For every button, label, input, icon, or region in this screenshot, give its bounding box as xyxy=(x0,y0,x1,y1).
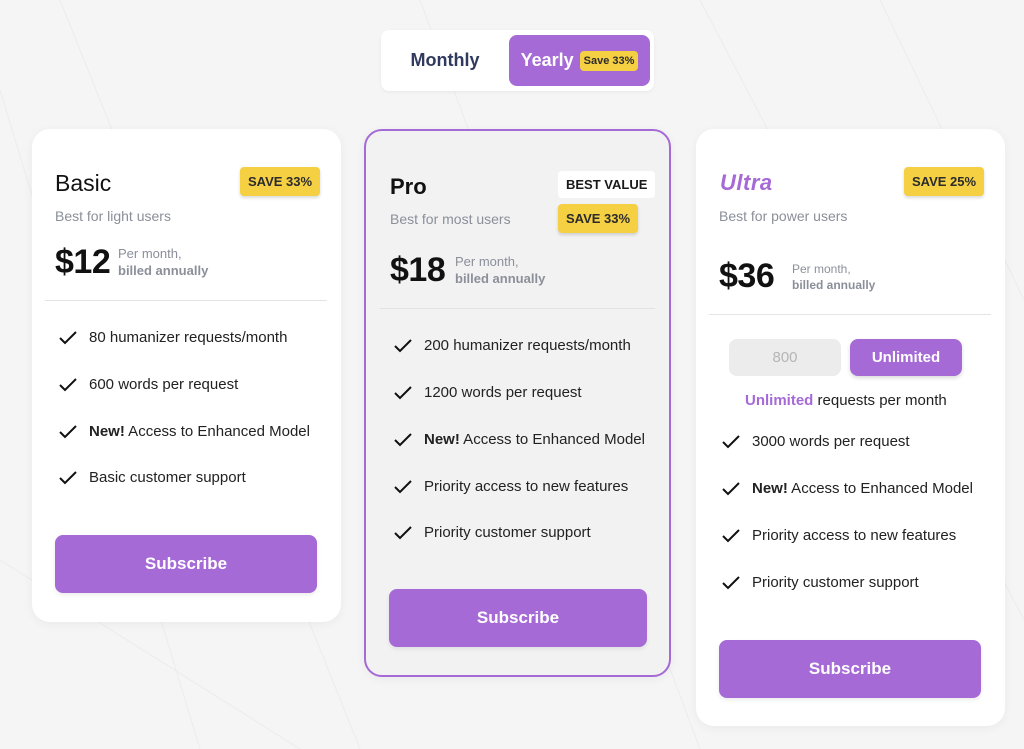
feature-text: Priority customer support xyxy=(424,524,591,541)
price-note-period: Per month, xyxy=(792,262,851,276)
divider xyxy=(45,300,327,301)
feature-text: 1200 words per request xyxy=(424,384,582,401)
price-note-billing: billed annually xyxy=(455,271,546,286)
plan-name: Basic xyxy=(55,170,112,196)
check-icon xyxy=(59,470,77,484)
billing-period-toggle: Monthly Yearly Save 33% xyxy=(381,30,654,91)
check-icon xyxy=(59,424,77,438)
requests-summary-accent: Unlimited xyxy=(745,392,814,409)
feature-text: New! Access to Enhanced Model xyxy=(752,480,973,497)
divider xyxy=(380,308,655,309)
requests-option-unlimited[interactable]: Unlimited xyxy=(850,339,962,376)
check-icon xyxy=(394,479,412,493)
feature-item: Priority access to new features xyxy=(722,527,956,544)
check-icon xyxy=(722,528,740,542)
feature-item: New! Access to Enhanced Model xyxy=(722,480,973,497)
plan-price: $12 xyxy=(55,243,111,281)
feature-item: 200 humanizer requests/month xyxy=(394,337,631,354)
feature-item: Priority access to new features xyxy=(394,478,628,495)
plan-name: Pro xyxy=(390,174,427,199)
feature-text: New! Access to Enhanced Model xyxy=(89,423,310,440)
save-badge: SAVE 33% xyxy=(558,204,639,233)
feature-text: Basic customer support xyxy=(89,469,246,486)
feature-text: 3000 words per request xyxy=(752,433,910,450)
feature-text: 600 words per request xyxy=(89,376,239,393)
check-icon xyxy=(722,481,740,495)
price-note-billing: billed annually xyxy=(118,263,209,278)
yearly-save-badge: Save 33% xyxy=(579,50,639,71)
check-icon xyxy=(59,377,77,391)
yearly-option[interactable]: Yearly Save 33% xyxy=(509,35,650,86)
save-badge: SAVE 33% xyxy=(240,167,321,196)
price-note: Per month, billed annually xyxy=(792,261,875,293)
price-note-billing: billed annually xyxy=(792,278,876,292)
best-value-badge: BEST VALUE xyxy=(558,171,656,198)
plan-subtitle: Best for power users xyxy=(719,208,848,224)
plan-card-ultra: Ultra SAVE 25% Best for power users $36 … xyxy=(696,129,1005,726)
price-note-period: Per month, xyxy=(455,254,519,269)
feature-item: 80 humanizer requests/month xyxy=(59,329,287,346)
feature-text: Priority access to new features xyxy=(424,478,629,495)
check-icon xyxy=(394,525,412,539)
feature-text: Priority customer support xyxy=(752,574,919,591)
feature-item: Priority customer support xyxy=(722,574,919,591)
feature-item: 1200 words per request xyxy=(394,384,582,401)
check-icon xyxy=(722,434,740,448)
feature-item: 3000 words per request xyxy=(722,433,910,450)
divider xyxy=(709,314,991,315)
subscribe-button-basic[interactable]: Subscribe xyxy=(55,535,317,593)
price-note-period: Per month, xyxy=(118,246,182,261)
plan-card-pro: Pro BEST VALUE SAVE 33% Best for most us… xyxy=(364,129,671,677)
check-icon xyxy=(394,385,412,399)
feature-item: Priority customer support xyxy=(394,524,591,541)
feature-item: 600 words per request xyxy=(59,376,238,393)
subscribe-button-ultra[interactable]: Subscribe xyxy=(719,640,981,698)
feature-text: 200 humanizer requests/month xyxy=(424,337,631,354)
monthly-option[interactable]: Monthly xyxy=(381,30,509,91)
check-icon xyxy=(59,330,77,344)
plan-name: Ultra xyxy=(720,170,773,195)
check-icon xyxy=(394,432,412,446)
price-note: Per month, billed annually xyxy=(455,253,545,287)
feature-text: Priority access to new features xyxy=(752,527,957,544)
plan-price: $18 xyxy=(390,251,446,289)
subscribe-button-pro[interactable]: Subscribe xyxy=(389,589,647,647)
feature-text: 80 humanizer requests/month xyxy=(89,329,288,346)
requests-summary-text: requests per month xyxy=(813,392,947,409)
check-icon xyxy=(394,338,412,352)
price-note: Per month, billed annually xyxy=(118,245,208,279)
plan-subtitle: Best for light users xyxy=(55,208,171,224)
feature-text: New! Access to Enhanced Model xyxy=(424,431,645,448)
yearly-label: Yearly xyxy=(520,50,574,70)
save-badge: SAVE 25% xyxy=(904,167,985,196)
check-icon xyxy=(722,575,740,589)
feature-item: Basic customer support xyxy=(59,469,246,486)
plan-price: $36 xyxy=(719,257,775,295)
plan-card-basic: Basic SAVE 33% Best for light users $12 … xyxy=(32,129,341,622)
feature-item: New! Access to Enhanced Model xyxy=(59,423,310,440)
feature-item: New! Access to Enhanced Model xyxy=(394,431,645,448)
monthly-label: Monthly xyxy=(410,50,480,70)
requests-option-800[interactable]: 800 xyxy=(729,339,841,376)
plan-subtitle: Best for most users xyxy=(390,211,511,227)
requests-summary: Unlimited requests per month xyxy=(745,392,947,409)
